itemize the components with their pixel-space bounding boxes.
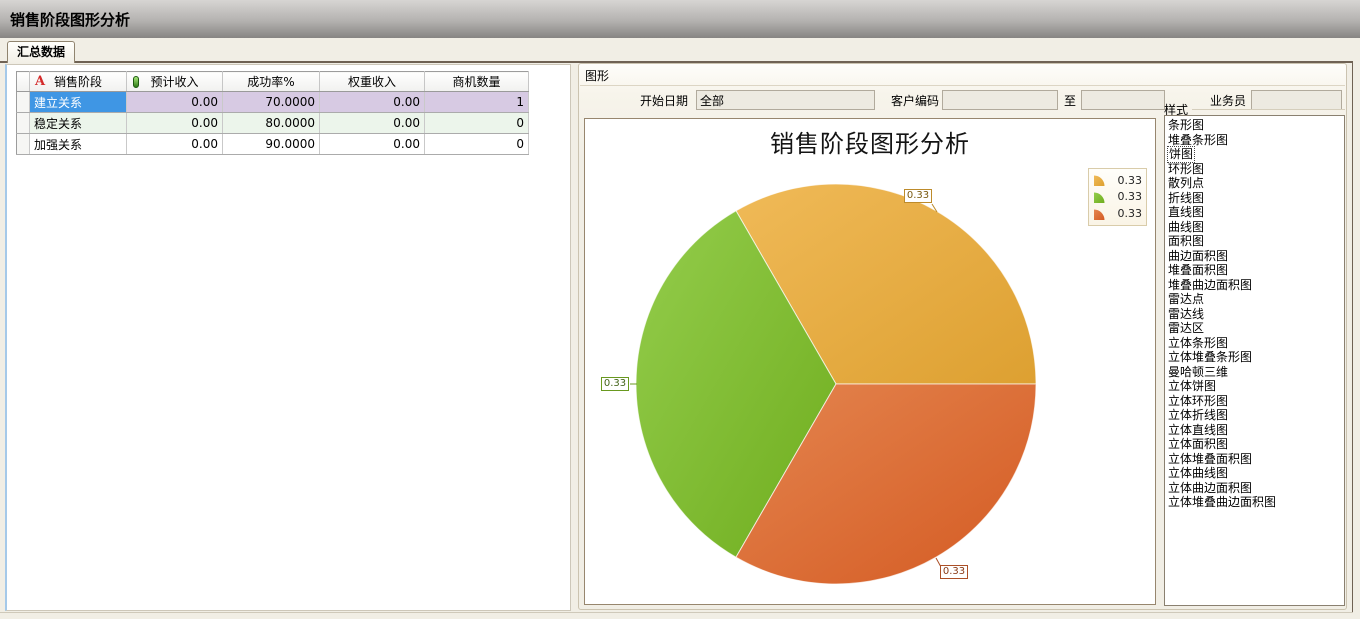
style-option[interactable]: 立体堆叠面积图: [1168, 452, 1344, 467]
style-option[interactable]: 雷达点: [1168, 292, 1344, 307]
column-header-opportunity-count[interactable]: 商机数量: [425, 72, 529, 92]
row-indicator-cell[interactable]: [17, 134, 30, 155]
content-right-border: [1352, 61, 1353, 613]
style-option[interactable]: 折线图: [1168, 191, 1344, 206]
style-option[interactable]: 雷达线: [1168, 307, 1344, 322]
style-option[interactable]: 立体饼图: [1168, 379, 1344, 394]
cell-weighted-income[interactable]: 0.00: [320, 134, 425, 155]
titlebar: 销售阶段图形分析: [0, 0, 1360, 38]
style-option[interactable]: 立体面积图: [1168, 437, 1344, 452]
pie-chart: [585, 119, 1155, 604]
cell-expected-income[interactable]: 0.00: [127, 134, 223, 155]
style-option[interactable]: 立体直线图: [1168, 423, 1344, 438]
legend-value: 0.33: [1107, 174, 1142, 187]
slice-label: 0.33: [940, 565, 968, 579]
cell-weighted-income[interactable]: 0.00: [320, 92, 425, 113]
cell-stage[interactable]: 建立关系: [30, 92, 127, 113]
numeric-column-icon: [133, 76, 139, 88]
style-option[interactable]: 立体环形图: [1168, 394, 1344, 409]
row-indicator-cell[interactable]: [17, 92, 30, 113]
style-option[interactable]: 立体折线图: [1168, 408, 1344, 423]
grid-row-selected[interactable]: 建立关系 0.00 70.0000 0.00 1: [17, 92, 529, 113]
start-date-label: 开始日期: [624, 91, 688, 111]
style-option[interactable]: 曲边面积图: [1168, 249, 1344, 264]
style-option[interactable]: 雷达区: [1168, 321, 1344, 336]
style-option[interactable]: 直线图: [1168, 205, 1344, 220]
content-bottom-border: [0, 612, 1353, 613]
style-option[interactable]: 环形图: [1168, 162, 1344, 177]
tab-summary-data[interactable]: 汇总数据: [7, 41, 75, 63]
legend-swatch-icon: [1093, 173, 1107, 187]
chart-legend: 0.33 0.33 0.33: [1088, 168, 1147, 226]
text-column-icon: A: [35, 75, 45, 88]
cell-stage[interactable]: 稳定关系: [30, 113, 127, 134]
style-option[interactable]: 堆叠条形图: [1168, 133, 1344, 148]
cell-expected-income[interactable]: 0.00: [127, 92, 223, 113]
row-indicator-cell[interactable]: [17, 113, 30, 134]
salesman-input[interactable]: [1251, 90, 1342, 110]
column-header-label: 销售阶段: [54, 75, 102, 89]
column-header-label: 成功率%: [247, 75, 294, 89]
summary-grid: A 销售阶段 预计收入 成功率% 权重收入 商机数量: [16, 71, 529, 155]
style-option[interactable]: 散列点: [1168, 176, 1344, 191]
style-option[interactable]: 堆叠曲边面积图: [1168, 278, 1344, 293]
legend-item: 0.33: [1093, 206, 1142, 222]
legend-value: 0.33: [1107, 207, 1142, 220]
legend-value: 0.33: [1107, 190, 1142, 203]
column-header-expected-income[interactable]: 预计收入: [127, 72, 223, 92]
cell-success-rate[interactable]: 90.0000: [223, 134, 320, 155]
app-window: 销售阶段图形分析 汇总数据 A 销售阶段 预计收入: [0, 0, 1360, 619]
summary-panel: A 销售阶段 预计收入 成功率% 权重收入 商机数量: [5, 64, 571, 611]
style-option[interactable]: 曼哈顿三维: [1168, 365, 1344, 380]
to-label: 至: [1062, 91, 1078, 111]
customer-code-label: 客户编码: [877, 91, 939, 111]
grid-header-row: A 销售阶段 预计收入 成功率% 权重收入 商机数量: [17, 72, 529, 92]
page-title: 销售阶段图形分析: [10, 9, 130, 30]
groupbox-label: 图形: [585, 67, 609, 84]
legend-item: 0.33: [1093, 172, 1142, 188]
cell-success-rate[interactable]: 70.0000: [223, 92, 320, 113]
style-option-selected[interactable]: 饼图: [1168, 147, 1194, 162]
salesman-label: 业务员: [1201, 91, 1246, 111]
style-option[interactable]: 堆叠面积图: [1168, 263, 1344, 278]
style-option[interactable]: 立体堆叠条形图: [1168, 350, 1344, 365]
style-option[interactable]: 面积图: [1168, 234, 1344, 249]
style-option[interactable]: 曲线图: [1168, 220, 1344, 235]
customer-code-input[interactable]: [942, 90, 1058, 110]
legend-item: 0.33: [1093, 189, 1142, 205]
style-option[interactable]: 条形图: [1168, 118, 1344, 133]
start-date-input[interactable]: [696, 90, 875, 110]
groupbox-divider: [580, 85, 1345, 86]
content-top-border: [0, 61, 1353, 63]
style-option[interactable]: 立体曲线图: [1168, 466, 1344, 481]
cell-expected-income[interactable]: 0.00: [127, 113, 223, 134]
style-listbox[interactable]: 条形图 堆叠条形图 饼图 环形图 散列点 折线图 直线图 曲线图 面积图 曲边面…: [1164, 115, 1345, 606]
slice-label: 0.33: [904, 189, 932, 203]
cell-success-rate[interactable]: 80.0000: [223, 113, 320, 134]
chart-panel: 销售阶段图形分析: [584, 118, 1156, 605]
column-header-label: 预计收入: [150, 75, 198, 89]
column-header-label: 权重收入: [348, 75, 396, 89]
style-option[interactable]: 立体堆叠曲边面积图: [1168, 495, 1344, 510]
cell-opportunity-count[interactable]: 0: [425, 134, 529, 155]
style-group-divider: [1192, 109, 1345, 110]
cell-opportunity-count[interactable]: 0: [425, 113, 529, 134]
legend-swatch-icon: [1093, 190, 1107, 204]
customer-code-to-input[interactable]: [1081, 90, 1165, 110]
style-option[interactable]: 立体条形图: [1168, 336, 1344, 351]
legend-swatch-icon: [1093, 207, 1107, 221]
column-header-label: 商机数量: [452, 75, 500, 89]
slice-label: 0.33: [601, 377, 629, 391]
cell-opportunity-count[interactable]: 1: [425, 92, 529, 113]
column-header-stage[interactable]: A 销售阶段: [30, 72, 127, 92]
column-header-success-rate[interactable]: 成功率%: [223, 72, 320, 92]
row-indicator-header: [17, 72, 30, 92]
style-option[interactable]: 立体曲边面积图: [1168, 481, 1344, 496]
column-header-weighted-income[interactable]: 权重收入: [320, 72, 425, 92]
cell-stage[interactable]: 加强关系: [30, 134, 127, 155]
cell-weighted-income[interactable]: 0.00: [320, 113, 425, 134]
grid-row[interactable]: 稳定关系 0.00 80.0000 0.00 0: [17, 113, 529, 134]
grid-row[interactable]: 加强关系 0.00 90.0000 0.00 0: [17, 134, 529, 155]
